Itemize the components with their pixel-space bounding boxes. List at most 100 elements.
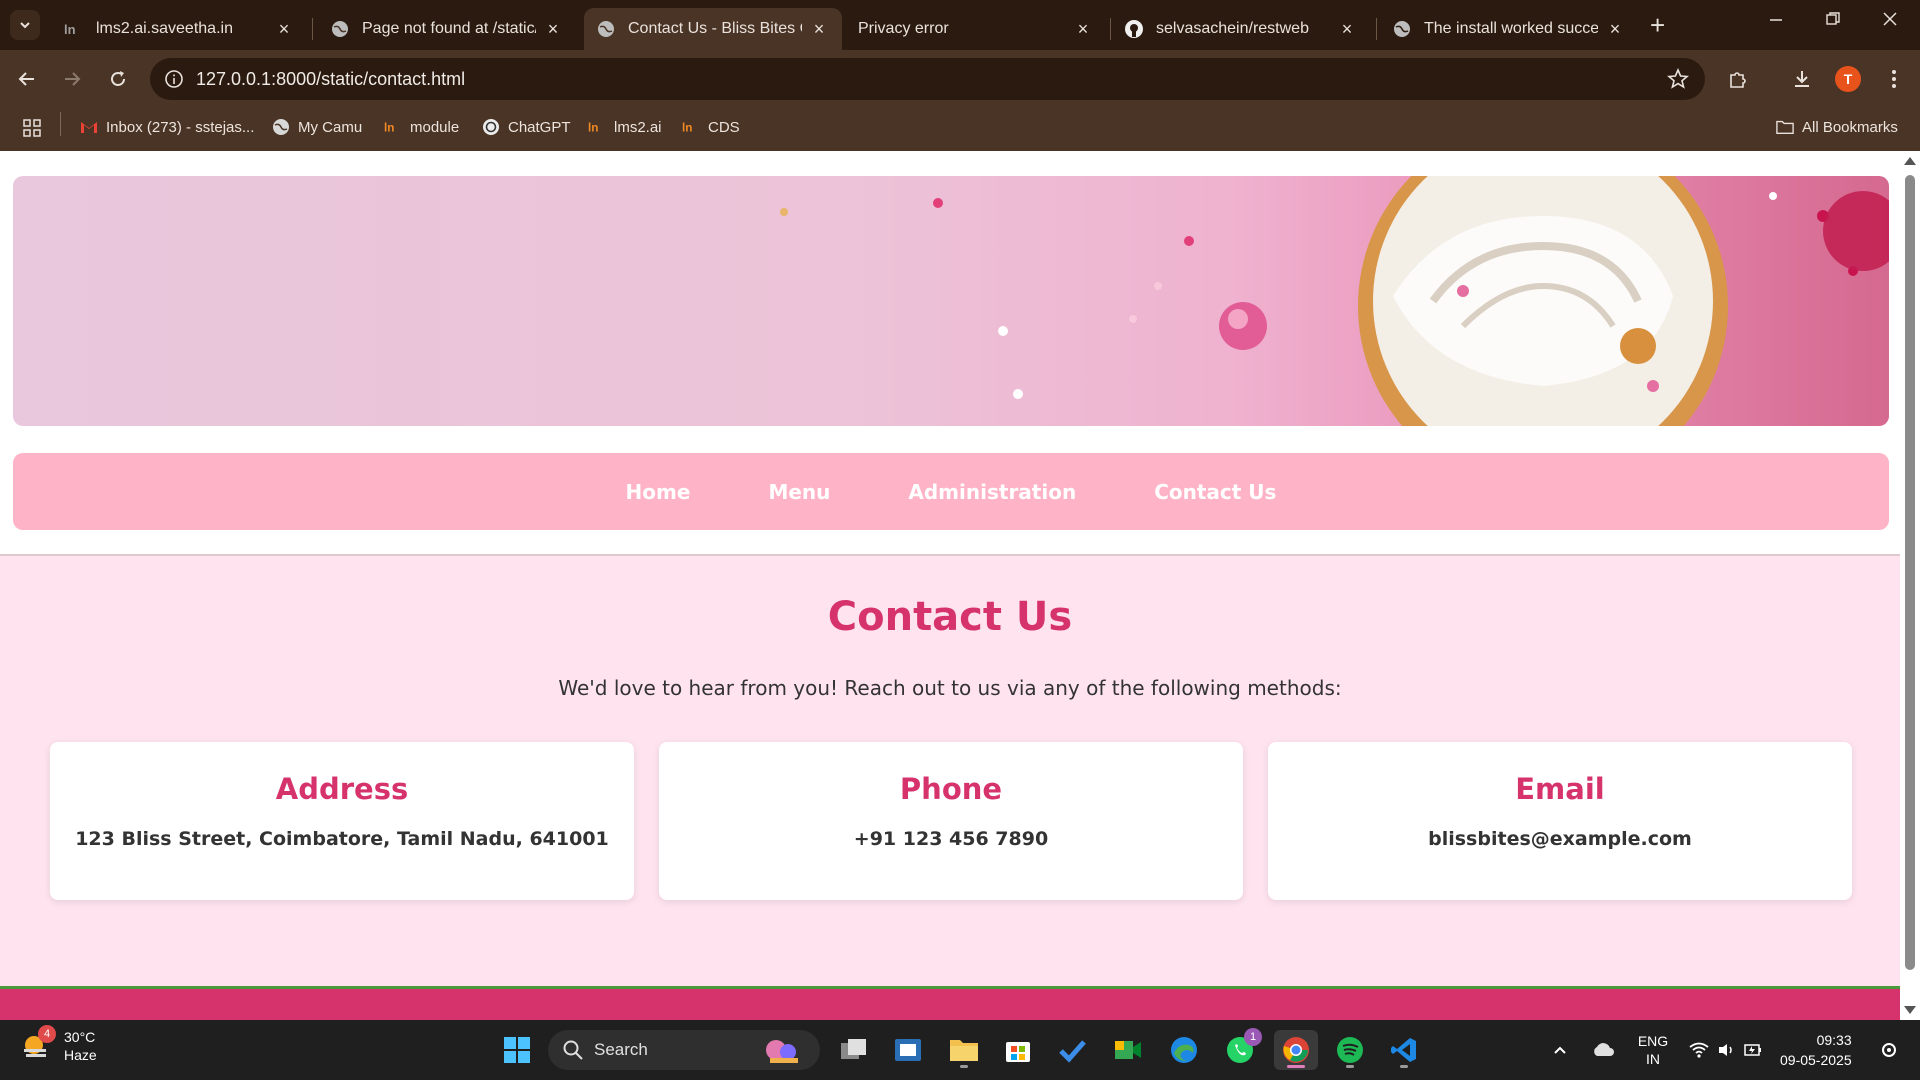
star-icon[interactable]	[1667, 68, 1689, 90]
nav-contact-link[interactable]: Contact Us	[1115, 480, 1315, 504]
tab-lms2[interactable]: ln lms2.ai.saveetha.in ×	[52, 8, 307, 50]
address-card: Address 123 Bliss Street, Coimbatore, Ta…	[50, 742, 634, 900]
all-bookmarks-button[interactable]: All Bookmarks	[1776, 118, 1898, 136]
nav-administration-link[interactable]: Administration	[869, 480, 1115, 504]
bookmark-label: All Bookmarks	[1802, 118, 1898, 136]
tab-install-worked[interactable]: The install worked success ×	[1380, 8, 1638, 50]
meet-button[interactable]	[1108, 1030, 1148, 1070]
browser-toolbar: 127.0.0.1:8000/static/contact.html T	[0, 50, 1920, 108]
nav-menu-link[interactable]: Menu	[729, 480, 869, 504]
task-view-button[interactable]	[834, 1030, 874, 1070]
language-indicator[interactable]: ENG IN	[1628, 1030, 1678, 1070]
bookmark-cds[interactable]: ln CDS	[682, 118, 740, 136]
edge-button[interactable]	[1164, 1030, 1204, 1070]
taskbar-search[interactable]: Search	[548, 1030, 820, 1070]
meet-icon	[1115, 1041, 1141, 1059]
vscode-button[interactable]	[1384, 1030, 1424, 1070]
tab-search-button[interactable]	[10, 10, 40, 40]
file-explorer-button[interactable]	[944, 1030, 984, 1070]
nav-home-link[interactable]: Home	[587, 480, 730, 504]
site-navigation: Home Menu Administration Contact Us	[13, 453, 1889, 530]
quick-settings-button[interactable]	[1686, 1030, 1766, 1070]
task-view-icon	[841, 1039, 866, 1059]
restore-button[interactable]	[1825, 10, 1841, 33]
close-icon[interactable]: ×	[544, 20, 562, 38]
tab-separator	[1376, 18, 1377, 40]
scroll-down-arrow-icon[interactable]	[1904, 1006, 1916, 1014]
bookmark-my-camu[interactable]: My Camu	[272, 118, 362, 136]
system-clock[interactable]: 09:33 09-05-2025	[1780, 1030, 1852, 1070]
forward-button[interactable]	[57, 64, 87, 94]
back-button[interactable]	[12, 64, 42, 94]
arrow-left-icon	[18, 72, 34, 86]
close-icon[interactable]: ×	[1074, 20, 1092, 38]
chrome-button[interactable]	[1274, 1030, 1318, 1070]
close-icon[interactable]: ×	[1606, 20, 1624, 38]
notifications-button[interactable]	[1874, 1030, 1904, 1070]
globe-icon	[596, 19, 616, 39]
globe-icon	[330, 19, 350, 39]
svg-text:ln: ln	[682, 122, 692, 135]
close-icon[interactable]: ×	[275, 20, 293, 38]
search-placeholder: Search	[594, 1040, 648, 1059]
whatsapp-button[interactable]: 1	[1220, 1028, 1262, 1070]
tab-github[interactable]: selvasachein/restweb ×	[1112, 8, 1370, 50]
onedrive-button[interactable]	[1588, 1030, 1618, 1070]
address-bar[interactable]: 127.0.0.1:8000/static/contact.html	[150, 58, 1705, 100]
restore-icon	[1826, 12, 1840, 25]
card-value: +91 123 456 7890	[853, 828, 1049, 850]
card-title: Address	[275, 772, 409, 806]
notification-settings-icon	[1882, 1043, 1896, 1057]
new-tab-button[interactable]: +	[1650, 12, 1665, 38]
svg-text:ln: ln	[384, 122, 394, 135]
globe-icon	[272, 118, 290, 136]
language-code: ENG	[1637, 1033, 1669, 1049]
bookmark-module[interactable]: ln module	[384, 118, 459, 136]
page-scrollbar[interactable]	[1900, 151, 1920, 1020]
widgets-button[interactable]	[888, 1030, 928, 1070]
weather-widget[interactable]: 4 30°C Haze	[20, 1025, 97, 1064]
active-indicator	[1287, 1065, 1305, 1068]
tab-page-not-found[interactable]: Page not found at /static/i ×	[318, 8, 576, 50]
info-icon[interactable]	[164, 69, 184, 89]
downloads-button[interactable]	[1788, 65, 1816, 93]
svg-text:ln: ln	[588, 122, 598, 135]
apps-button[interactable]	[22, 118, 42, 138]
close-icon[interactable]: ×	[1338, 20, 1356, 38]
window-close-button[interactable]	[1882, 10, 1898, 33]
bookmark-label: module	[410, 118, 460, 136]
bookmark-lms2[interactable]: ln lms2.ai	[588, 118, 662, 136]
todo-button[interactable]	[1052, 1030, 1092, 1070]
close-icon[interactable]: ×	[810, 20, 828, 38]
show-hidden-icons-button[interactable]	[1548, 1030, 1572, 1070]
tab-contact-us[interactable]: Contact Us - Bliss Bites Caf ×	[584, 8, 842, 50]
extensions-button[interactable]	[1724, 65, 1752, 93]
tab-privacy-error[interactable]: Privacy error ×	[846, 8, 1106, 50]
cloud-icon	[1594, 1043, 1614, 1056]
profile-button[interactable]: T	[1834, 65, 1862, 93]
bookmark-chatgpt[interactable]: ChatGPT	[482, 118, 571, 136]
chevron-down-icon	[20, 22, 30, 29]
gmail-icon	[80, 118, 98, 136]
minimize-button[interactable]	[1768, 10, 1784, 33]
scrollbar-thumb[interactable]	[1905, 175, 1915, 970]
start-button[interactable]	[497, 1030, 537, 1070]
menu-button[interactable]	[1880, 65, 1908, 93]
bookmark-inbox[interactable]: Inbox (273) - sstejas...	[80, 118, 254, 136]
edge-icon	[1171, 1037, 1197, 1063]
spotify-button[interactable]	[1330, 1030, 1370, 1070]
notification-badge: 4	[38, 1025, 56, 1043]
apps-grid-icon	[23, 119, 41, 137]
contact-section: Contact Us We'd love to hear from you! R…	[0, 556, 1900, 986]
clock-time: 09:33	[1816, 1032, 1852, 1048]
tab-title: Privacy error	[858, 20, 949, 37]
tab-separator	[312, 18, 313, 40]
card-value: 123 Bliss Street, Coimbatore, Tamil Nadu…	[75, 828, 609, 850]
bookmark-label: ChatGPT	[508, 118, 571, 136]
checkmark-icon	[1059, 1040, 1086, 1063]
scroll-up-arrow-icon[interactable]	[1904, 157, 1916, 165]
tab-title: Contact Us - Bliss Bites Caf	[628, 20, 802, 37]
microsoft-store-button[interactable]	[998, 1030, 1038, 1070]
reload-button[interactable]	[103, 64, 133, 94]
contact-intro: We'd love to hear from you! Reach out to…	[558, 676, 1342, 700]
